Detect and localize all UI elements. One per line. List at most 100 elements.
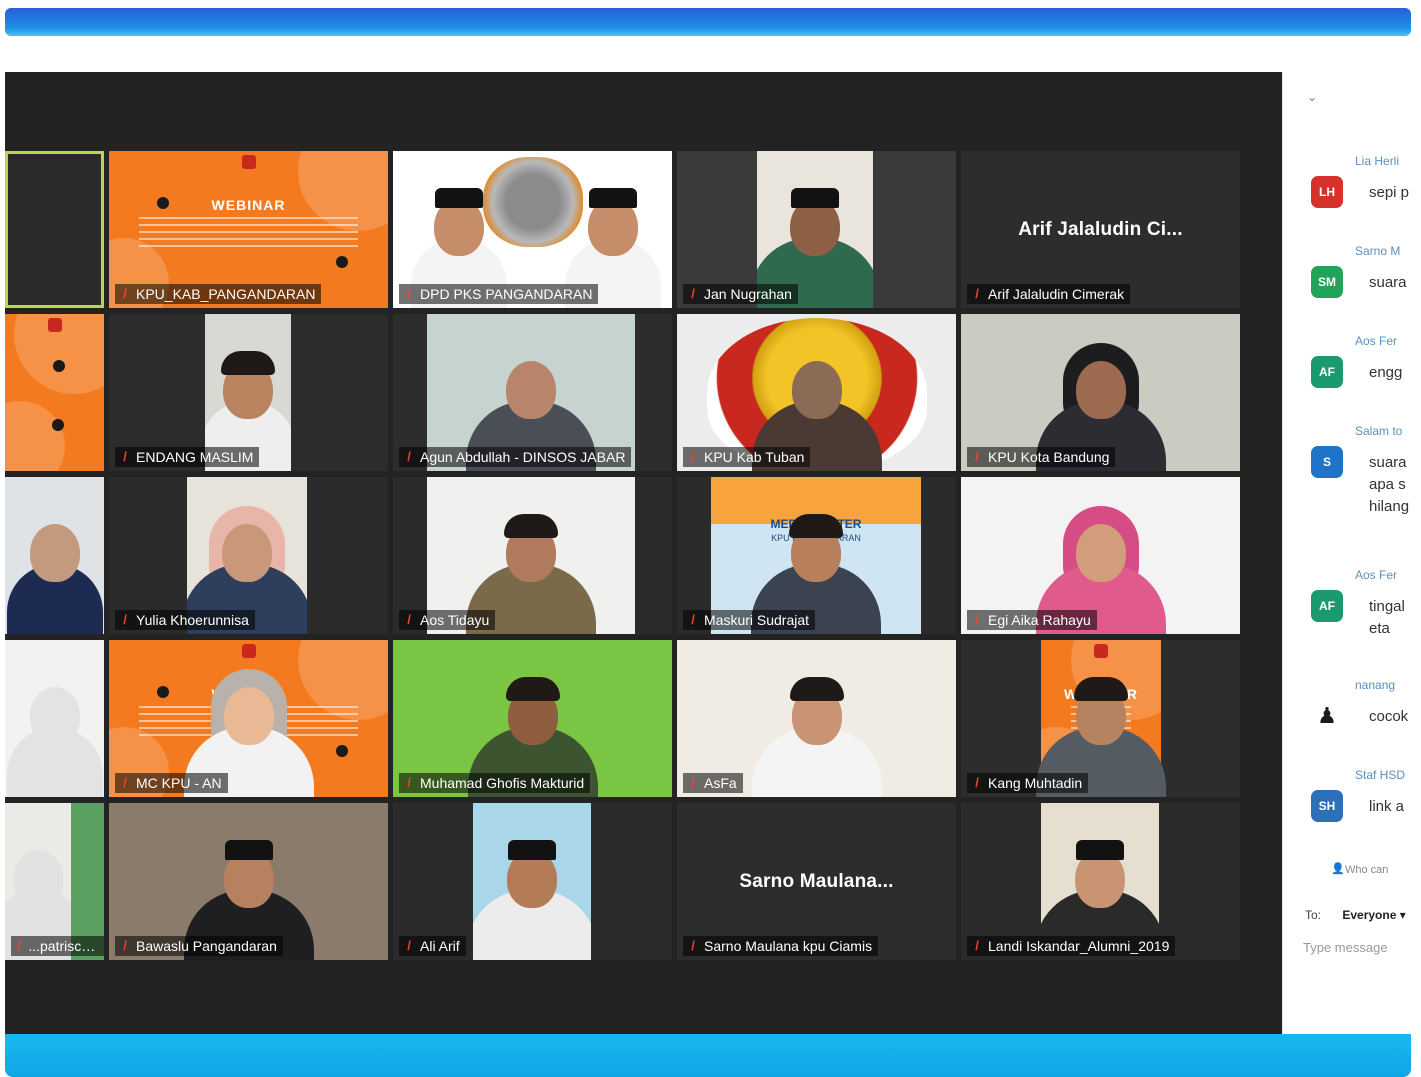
muted-mic-icon: /	[691, 938, 695, 953]
kpu-logo-icon	[47, 318, 62, 332]
participant-name-label: / Agun Abdullah - DINSOS JABAR	[399, 447, 632, 467]
muted-mic-icon: /	[17, 938, 21, 953]
participant-name-label: / KPU Kota Bandung	[967, 447, 1116, 467]
participant-name: Sarno Maulana kpu Ciamis	[704, 938, 873, 954]
participant-tile[interactable]: / KPU Kota Bandung	[961, 314, 1240, 471]
muted-mic-icon: /	[975, 938, 979, 953]
muted-mic-icon: /	[123, 938, 127, 953]
participant-name: KPU_KAB_PANGANDARAN	[136, 286, 316, 302]
muted-mic-icon: /	[123, 612, 127, 627]
muted-mic-icon: /	[975, 286, 979, 301]
avatar: ♟	[1311, 700, 1343, 732]
participant-name-label: / KPU Kab Tuban	[683, 447, 811, 467]
participant-name: Kang Muhtadin	[988, 775, 1083, 791]
participant-tile[interactable]: Sarno Maulana... / Sarno Maulana kpu Ciami…	[677, 803, 956, 960]
participant-name: Egi Aika Rahayu	[988, 612, 1091, 628]
top-window-bar	[5, 8, 1411, 36]
participant-name-label: / ...patriscorpan...	[11, 936, 104, 956]
participant-tile[interactable]: WEBINAR/MC KPU - AN	[109, 640, 388, 797]
participant-name-label: / AsFa	[683, 773, 743, 793]
participant-name: Agun Abdullah - DINSOS JABAR	[420, 449, 626, 465]
chat-sender: Salam to	[1355, 424, 1403, 438]
to-label: To:	[1305, 908, 1322, 922]
muted-mic-icon: /	[407, 775, 411, 790]
participant-tile[interactable]: / Landi Iskandar_Alumni_2019	[961, 803, 1240, 960]
muted-mic-icon: /	[691, 612, 695, 627]
participant-video	[5, 477, 104, 634]
participant-name-label: / MC KPU - AN	[115, 773, 228, 793]
kpu-logo-icon	[241, 644, 256, 658]
bottom-window-bar	[5, 1034, 1411, 1077]
participant-tile[interactable]: / Aos Tidayu	[393, 477, 672, 634]
avatar: LH	[1311, 176, 1343, 208]
tile-display-name: Sarno Maulana...	[739, 870, 894, 892]
participant-tile[interactable]	[5, 314, 104, 471]
participant-tile[interactable]: MEDIA CENTERKPU PANGANDARAN/Maskuri Sudr…	[677, 477, 956, 634]
participant-name: Bawaslu Pangandaran	[136, 938, 277, 954]
chat-message-text: suara	[1369, 274, 1407, 291]
kpu-logo-icon	[1094, 644, 1108, 658]
participant-tile[interactable]: / Yulia Khoerunnisa	[109, 477, 388, 634]
participant-tile[interactable]: / ENDANG MASLIM	[109, 314, 388, 471]
participant-tile[interactable]	[5, 640, 104, 797]
webinar-title: WEBINAR	[211, 197, 286, 213]
participant-name-label: / Aos Tidayu	[399, 610, 496, 630]
participant-name-label: / Sarno Maulana kpu Ciamis	[683, 936, 879, 956]
avatar: S	[1311, 446, 1343, 478]
participant-tile[interactable]: WEBINAR/Kang Muhtadin	[961, 640, 1240, 797]
muted-mic-icon: /	[407, 449, 411, 464]
chat-sender: Sarno M	[1355, 244, 1401, 258]
message-input[interactable]: Type message	[1303, 940, 1388, 955]
chat-message-text: tingal eta	[1369, 598, 1405, 637]
webinar-subtitle-lines	[139, 217, 358, 247]
muted-mic-icon: /	[975, 449, 979, 464]
muted-mic-icon: /	[975, 775, 979, 790]
participant-name: Maskuri Sudrajat	[704, 612, 810, 628]
chat-sender: Aos Fer	[1355, 568, 1398, 582]
participant-tile[interactable]: / Muhamad Ghofis Makturid	[393, 640, 672, 797]
participant-tile[interactable]: / Ali Arif	[393, 803, 672, 960]
participant-name-label: / Maskuri Sudrajat	[683, 610, 816, 630]
participant-name: Landi Iskandar_Alumni_2019	[988, 938, 1170, 954]
muted-mic-icon: /	[407, 612, 411, 627]
participant-name: KPU Kab Tuban	[704, 449, 805, 465]
participant-video-figure	[473, 830, 591, 960]
participant-name: Muhamad Ghofis Makturid	[420, 775, 585, 791]
participant-name-label: / Ali Arif	[399, 936, 466, 956]
participant-name-label: / Kang Muhtadin	[967, 773, 1089, 793]
participant-video	[473, 803, 591, 960]
recipient-select[interactable]: Everyone ▾	[1342, 908, 1405, 922]
participant-tile[interactable]: / DPD PKS PANGANDARAN	[393, 151, 672, 308]
participant-tile[interactable]: WEBINAR / KPU_KAB_PANGANDARAN	[109, 151, 388, 308]
participant-video	[5, 640, 104, 797]
tile-display-name: Arif Jalaludin Ci...	[1018, 218, 1183, 240]
participant-name: MC KPU - AN	[136, 775, 222, 791]
participant-tile[interactable]: / AsFa	[677, 640, 956, 797]
chevron-down-icon[interactable]: ⌄	[1307, 90, 1317, 104]
participant-name: Yulia Khoerunnisa	[136, 612, 249, 628]
participant-tile[interactable]: / ...patriscorpan...	[5, 803, 104, 960]
chat-message-text: suara apa s hilang	[1369, 454, 1410, 515]
participant-tile[interactable]: / Egi Aika Rahayu	[961, 477, 1240, 634]
participant-tile[interactable]: / Jan Nugrahan	[677, 151, 956, 308]
participant-name: Jan Nugrahan	[704, 286, 792, 302]
who-can-see-text: Who can	[1345, 864, 1389, 876]
participant-name-label: / ENDANG MASLIM	[115, 447, 260, 467]
participant-tile[interactable]: Arif Jalaludin Ci... / Arif Jalaludin Cime…	[961, 151, 1240, 308]
participant-tile[interactable]: / Bawaslu Pangandaran	[109, 803, 388, 960]
recipient-row[interactable]: To: Everyone ▾	[1305, 908, 1406, 922]
participant-name-label: / Arif Jalaludin Cimerak	[967, 284, 1131, 304]
participant-name-label: / Bawaslu Pangandaran	[115, 936, 283, 956]
participant-tile[interactable]: / Agun Abdullah - DINSOS JABAR	[393, 314, 672, 471]
participant-name-label: / Egi Aika Rahayu	[967, 610, 1097, 630]
participant-tile[interactable]	[5, 151, 104, 308]
muted-mic-icon: /	[407, 286, 411, 301]
webinar-slide	[5, 314, 104, 471]
participant-name: Ali Arif	[420, 938, 460, 954]
muted-mic-icon: /	[123, 286, 127, 301]
participant-tile[interactable]	[5, 477, 104, 634]
participant-tile[interactable]: / KPU Kab Tuban	[677, 314, 956, 471]
chat-message-text: link a	[1369, 798, 1405, 815]
participant-name: DPD PKS PANGANDARAN	[420, 286, 593, 302]
participant-video-figure	[5, 667, 104, 797]
